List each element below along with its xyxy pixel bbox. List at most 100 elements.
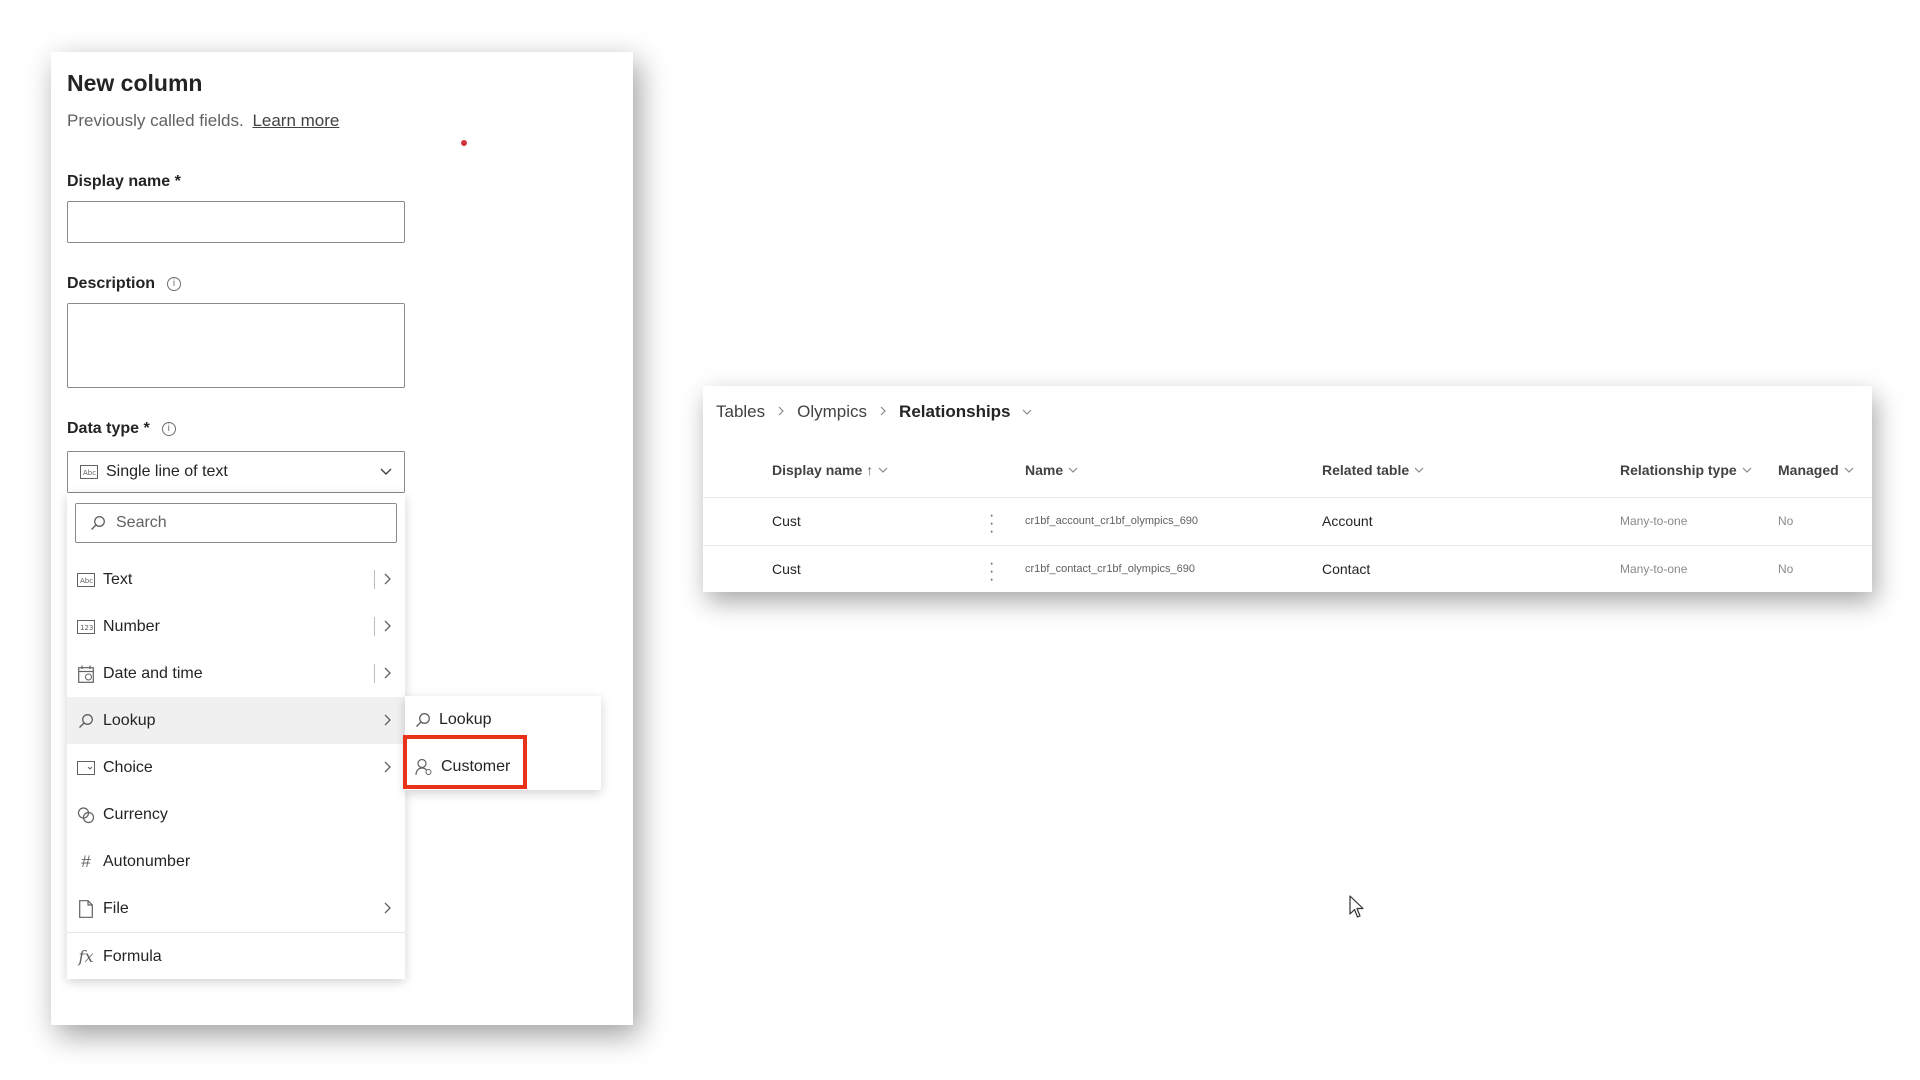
column-header-display-name[interactable]: Display name ↑ <box>772 462 889 478</box>
menu-item-text[interactable]: Abc Text <box>67 556 405 603</box>
calendar-icon <box>77 665 95 683</box>
menu-item-number[interactable]: 123 Number <box>67 603 405 650</box>
breadcrumb-tables[interactable]: Tables <box>716 402 765 422</box>
display-name-label-text: Display name * <box>67 173 181 190</box>
data-type-label: Data type * i <box>67 420 176 438</box>
cell-managed: No <box>1778 514 1794 528</box>
cell-relationship-type: Many-to-one <box>1620 514 1688 528</box>
cell-relationship-type: Many-to-one <box>1620 562 1688 576</box>
menu-separator <box>374 617 375 636</box>
sort-ascending-icon: ↑ <box>866 462 874 478</box>
menu-item-label: Choice <box>103 758 153 776</box>
cell-name: cr1bf_contact_cr1bf_olympics_690 <box>1025 563 1195 575</box>
chevron-right-icon <box>384 667 391 679</box>
cell-display-name[interactable]: Cust <box>772 513 801 529</box>
column-header-label: Related table <box>1322 462 1410 478</box>
panel-title: New column <box>67 70 203 96</box>
more-options-icon[interactable]: · · · <box>989 508 994 540</box>
display-name-label: Display name * <box>67 173 181 191</box>
column-header-name[interactable]: Name <box>1025 462 1079 478</box>
chevron-down-icon[interactable] <box>1021 406 1033 418</box>
mouse-cursor-icon <box>1349 895 1364 918</box>
data-type-selected: Single line of text <box>106 463 228 480</box>
menu-item-formula[interactable]: fx Formula <box>67 933 405 980</box>
chevron-right-icon <box>384 902 391 914</box>
cell-managed: No <box>1778 562 1794 576</box>
panel-subtitle-text: Previously called fields. <box>67 111 244 130</box>
learn-more-link[interactable]: Learn more <box>252 111 339 130</box>
chevron-down-icon <box>1742 467 1752 473</box>
description-label-text: Description <box>67 275 156 292</box>
cell-related-table: Contact <box>1322 561 1371 577</box>
data-type-select[interactable]: Abc Single line of text <box>67 451 405 493</box>
panel-subtitle: Previously called fields. Learn more <box>67 111 339 131</box>
search-input[interactable]: Search <box>75 503 397 543</box>
more-options-icon[interactable]: · · · <box>989 556 994 588</box>
search-icon <box>91 516 105 530</box>
hash-icon: # <box>81 851 91 871</box>
breadcrumb: Tables Olympics Relationships <box>716 402 1033 422</box>
relationships-panel: Tables Olympics Relationships Display na… <box>703 386 1872 592</box>
column-header-managed[interactable]: Managed <box>1778 462 1855 478</box>
submenu-item-label: Customer <box>441 757 511 775</box>
chevron-right-icon <box>775 404 787 420</box>
submenu-item-customer[interactable]: Customer <box>405 743 601 790</box>
display-name-input[interactable] <box>67 201 405 243</box>
chevron-down-icon <box>380 468 392 475</box>
svg-text:Abc: Abc <box>83 469 96 477</box>
menu-item-label: Text <box>103 570 133 588</box>
person-icon <box>415 758 432 775</box>
menu-separator <box>374 664 375 683</box>
description-label: Description i <box>67 275 182 293</box>
svg-text:123: 123 <box>80 624 93 632</box>
menu-item-label: Currency <box>103 805 168 823</box>
fx-icon: fx <box>78 947 94 966</box>
search-icon <box>416 712 430 727</box>
menu-item-label: Number <box>103 617 160 635</box>
column-header-label: Name <box>1025 462 1064 478</box>
currency-icon <box>77 806 95 824</box>
info-icon[interactable]: i <box>161 422 176 436</box>
data-type-label-text: Data type * <box>67 420 150 437</box>
table-row[interactable]: Cust · · · cr1bf_account_cr1bf_olympics_69… <box>703 497 1872 545</box>
text-type-icon: Abc <box>77 571 95 589</box>
description-input[interactable] <box>67 303 405 388</box>
cell-display-name[interactable]: Cust <box>772 561 801 577</box>
menu-item-label: File <box>103 899 129 917</box>
chevron-down-icon <box>878 467 888 473</box>
lookup-submenu: Lookup Customer <box>403 696 601 790</box>
indicator-dot <box>461 140 467 146</box>
chevron-down-icon <box>1068 467 1078 473</box>
submenu-item-lookup[interactable]: Lookup <box>405 696 601 743</box>
column-header-label: Managed <box>1778 462 1839 478</box>
number-type-icon: 123 <box>77 618 95 636</box>
menu-item-autonumber[interactable]: # Autonumber <box>67 838 405 885</box>
chevron-down-icon <box>1414 467 1424 473</box>
breadcrumb-olympics[interactable]: Olympics <box>797 402 867 422</box>
column-header-label: Display name <box>772 462 863 478</box>
menu-item-date-and-time[interactable]: Date and time <box>67 650 405 697</box>
menu-item-label: Formula <box>103 947 162 965</box>
menu-item-lookup[interactable]: Lookup <box>67 697 405 744</box>
menu-item-file[interactable]: File <box>67 885 405 932</box>
data-type-dropdown: Search Abc Text 123 Number Date and time <box>67 493 405 979</box>
menu-item-label: Autonumber <box>103 852 191 870</box>
submenu-item-label: Lookup <box>439 710 492 728</box>
menu-separator <box>374 570 375 589</box>
search-icon <box>77 712 95 730</box>
table-row[interactable]: Cust · · · cr1bf_contact_cr1bf_olympics_69… <box>703 545 1872 593</box>
column-header-relationship-type[interactable]: Relationship type <box>1620 462 1753 478</box>
menu-item-currency[interactable]: Currency <box>67 791 405 838</box>
chevron-down-icon <box>1844 467 1854 473</box>
chevron-right-icon <box>384 620 391 632</box>
text-type-icon: Abc <box>80 465 98 479</box>
menu-item-label: Lookup <box>103 711 156 729</box>
info-icon[interactable]: i <box>167 277 182 291</box>
chevron-right-icon <box>384 761 391 773</box>
choice-icon <box>77 759 95 777</box>
column-header-related-table[interactable]: Related table <box>1322 462 1425 478</box>
file-icon <box>77 899 95 918</box>
breadcrumb-relationships[interactable]: Relationships <box>899 402 1010 422</box>
menu-item-choice[interactable]: Choice <box>67 744 405 791</box>
cell-name: cr1bf_account_cr1bf_olympics_690 <box>1025 515 1199 527</box>
